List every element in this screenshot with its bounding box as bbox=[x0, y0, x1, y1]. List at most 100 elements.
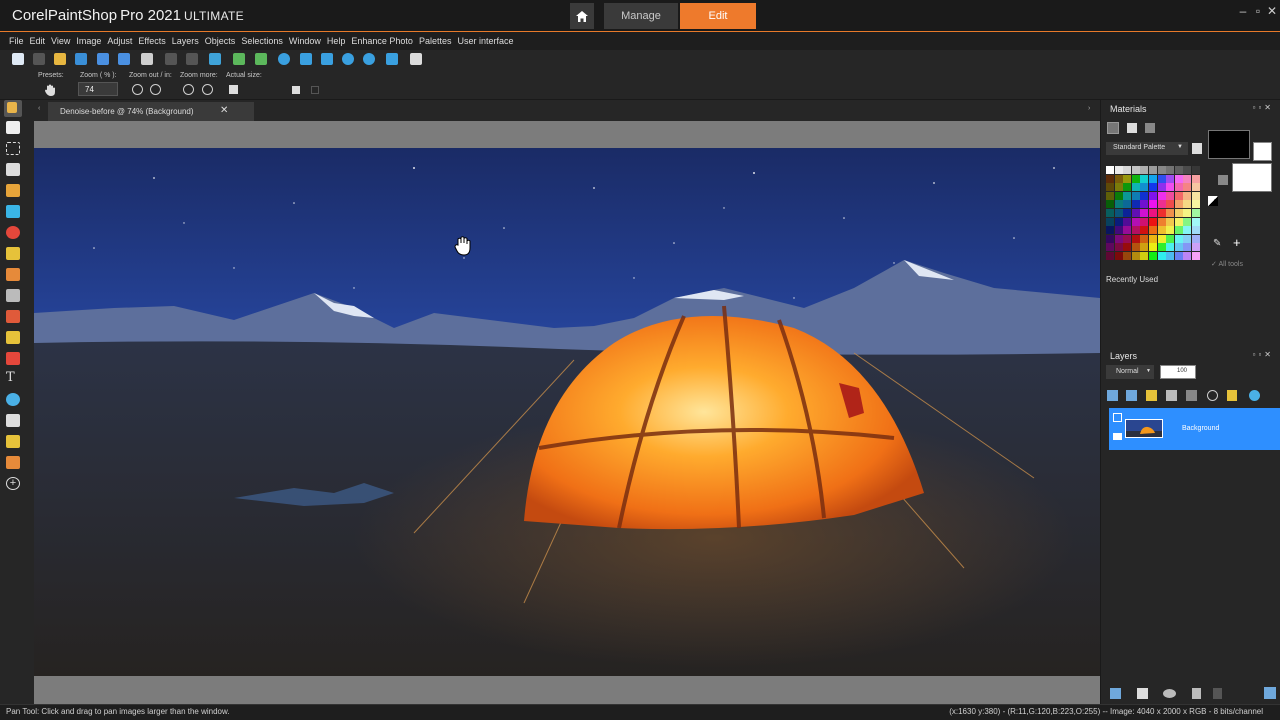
color-swatch[interactable] bbox=[1106, 209, 1114, 217]
color-swatch[interactable] bbox=[1183, 243, 1192, 252]
gradient-tool-icon[interactable] bbox=[6, 289, 20, 302]
color-swatch[interactable] bbox=[1149, 217, 1157, 226]
color-swatch[interactable] bbox=[1140, 243, 1149, 252]
tab-manage[interactable]: Manage bbox=[604, 3, 678, 29]
menu-palettes[interactable]: Palettes bbox=[419, 36, 452, 46]
swatches-tab-icon[interactable] bbox=[1107, 122, 1119, 134]
color-swatch[interactable] bbox=[1183, 252, 1192, 260]
new-vector-layer-icon[interactable] bbox=[1126, 390, 1137, 401]
color-swatch[interactable] bbox=[1131, 200, 1140, 209]
color-swatch[interactable] bbox=[1174, 191, 1183, 200]
menu-view[interactable]: View bbox=[51, 36, 70, 46]
text-tool-icon[interactable]: T bbox=[6, 371, 20, 384]
open-folder-icon[interactable] bbox=[54, 53, 66, 65]
scroll-tabs-right-icon[interactable]: › bbox=[1088, 105, 1090, 112]
color-swatch[interactable] bbox=[1183, 217, 1192, 226]
color-swatch[interactable] bbox=[1149, 243, 1157, 252]
color-swatch[interactable] bbox=[1140, 183, 1149, 192]
print-icon[interactable] bbox=[141, 53, 153, 65]
color-swatch[interactable] bbox=[1131, 183, 1140, 192]
link-layers-icon[interactable] bbox=[1207, 390, 1218, 401]
color-swatch[interactable] bbox=[1123, 209, 1132, 217]
scroll-tabs-left-icon[interactable]: ‹ bbox=[38, 105, 40, 112]
foreground-color-swatch[interactable] bbox=[1208, 130, 1250, 159]
color-swatch-grid[interactable] bbox=[1106, 166, 1201, 261]
color-swatch[interactable] bbox=[1192, 243, 1200, 252]
fill-tool-icon[interactable] bbox=[6, 331, 20, 344]
zoom-input[interactable]: 74 bbox=[78, 82, 118, 96]
color-swatch[interactable] bbox=[1114, 200, 1123, 209]
menu-window[interactable]: Window bbox=[289, 36, 321, 46]
save-as-icon[interactable] bbox=[118, 53, 130, 65]
crop-tool-icon[interactable] bbox=[6, 184, 20, 197]
new-layer-icon[interactable] bbox=[1110, 688, 1121, 699]
redo-icon[interactable] bbox=[186, 53, 198, 65]
color-swatch[interactable] bbox=[1131, 226, 1140, 235]
color-swatch[interactable] bbox=[1114, 252, 1123, 260]
color-swatch[interactable] bbox=[1157, 234, 1166, 243]
zoom-more-in-button[interactable] bbox=[202, 84, 213, 95]
layer-visibility-icon[interactable] bbox=[1113, 413, 1122, 422]
save-icon[interactable] bbox=[97, 53, 109, 65]
actual-size-button[interactable] bbox=[229, 85, 238, 94]
zoom-more-out-button[interactable] bbox=[183, 84, 194, 95]
color-swatch[interactable] bbox=[1123, 174, 1132, 183]
color-swatch[interactable] bbox=[1131, 234, 1140, 243]
color-swatch[interactable] bbox=[1114, 234, 1123, 243]
color-swatch[interactable] bbox=[1131, 217, 1140, 226]
layers-panel-controls[interactable]: ▫▫✕ bbox=[1253, 350, 1274, 359]
add-swatch-icon[interactable]: + bbox=[1233, 235, 1241, 250]
color-swatch[interactable] bbox=[1157, 217, 1166, 226]
info-icon[interactable] bbox=[278, 53, 290, 65]
color-swatch[interactable] bbox=[1123, 200, 1132, 209]
image-canvas[interactable] bbox=[34, 148, 1100, 676]
color-swatch[interactable] bbox=[1192, 183, 1200, 192]
palette-options-icon[interactable] bbox=[1192, 143, 1202, 154]
color-swatch[interactable] bbox=[1149, 166, 1157, 174]
color-swatch[interactable] bbox=[1106, 183, 1114, 192]
frame-tab-icon[interactable] bbox=[1145, 123, 1155, 133]
color-swatch[interactable] bbox=[1106, 174, 1114, 183]
color-swatch[interactable] bbox=[1192, 252, 1200, 260]
color-swatch[interactable] bbox=[1166, 252, 1175, 260]
color-swatch[interactable] bbox=[1157, 243, 1166, 252]
warp-brush-tool-icon[interactable] bbox=[6, 435, 20, 448]
color-swatch[interactable] bbox=[1166, 217, 1175, 226]
maximize-button[interactable]: ▫ bbox=[1251, 4, 1265, 18]
revert-icon[interactable] bbox=[233, 53, 245, 65]
color-swatch[interactable] bbox=[1131, 191, 1140, 200]
color-swatch[interactable] bbox=[1174, 226, 1183, 235]
blend-mode-select[interactable]: Normal ▼ bbox=[1106, 365, 1154, 379]
fit-disabled-button[interactable] bbox=[311, 86, 319, 94]
new-mask-layer-icon[interactable] bbox=[1166, 390, 1177, 401]
color-swatch[interactable] bbox=[1114, 209, 1123, 217]
texture-toggle-icon[interactable] bbox=[1218, 175, 1228, 185]
menu-file[interactable]: File bbox=[9, 36, 24, 46]
redo-history-icon[interactable] bbox=[255, 53, 267, 65]
dropper-tool-icon[interactable] bbox=[6, 163, 20, 176]
paint-brush-tool-icon[interactable] bbox=[6, 268, 20, 281]
color-swatch[interactable] bbox=[1123, 252, 1132, 260]
color-swatch[interactable] bbox=[1166, 191, 1175, 200]
color-swatch[interactable] bbox=[1123, 243, 1132, 252]
color-swatch[interactable] bbox=[1114, 183, 1123, 192]
color-swatch[interactable] bbox=[1106, 166, 1114, 174]
color-swatch[interactable] bbox=[1192, 191, 1200, 200]
layer-effects-icon[interactable] bbox=[1249, 390, 1260, 401]
color-swatch[interactable] bbox=[1157, 226, 1166, 235]
menu-user-interface[interactable]: User interface bbox=[457, 36, 513, 46]
color-swatch[interactable] bbox=[1149, 183, 1157, 192]
new-mask-icon[interactable] bbox=[1137, 688, 1148, 699]
makeover-tool-icon[interactable] bbox=[6, 247, 20, 260]
document-tab[interactable]: Denoise-before @ 74% (Background) ✕ bbox=[48, 102, 254, 121]
color-swatch[interactable] bbox=[1106, 252, 1114, 260]
color-swatch[interactable] bbox=[1157, 209, 1166, 217]
color-swatch[interactable] bbox=[1192, 166, 1200, 174]
color-swatch[interactable] bbox=[1183, 200, 1192, 209]
straighten-tool-icon[interactable] bbox=[6, 205, 20, 218]
color-swatch[interactable] bbox=[1157, 200, 1166, 209]
palette-select[interactable]: Standard Palette ▼ bbox=[1106, 142, 1188, 155]
menu-selections[interactable]: Selections bbox=[241, 36, 283, 46]
color-swatch[interactable] bbox=[1174, 174, 1183, 183]
color-swatch[interactable] bbox=[1114, 174, 1123, 183]
